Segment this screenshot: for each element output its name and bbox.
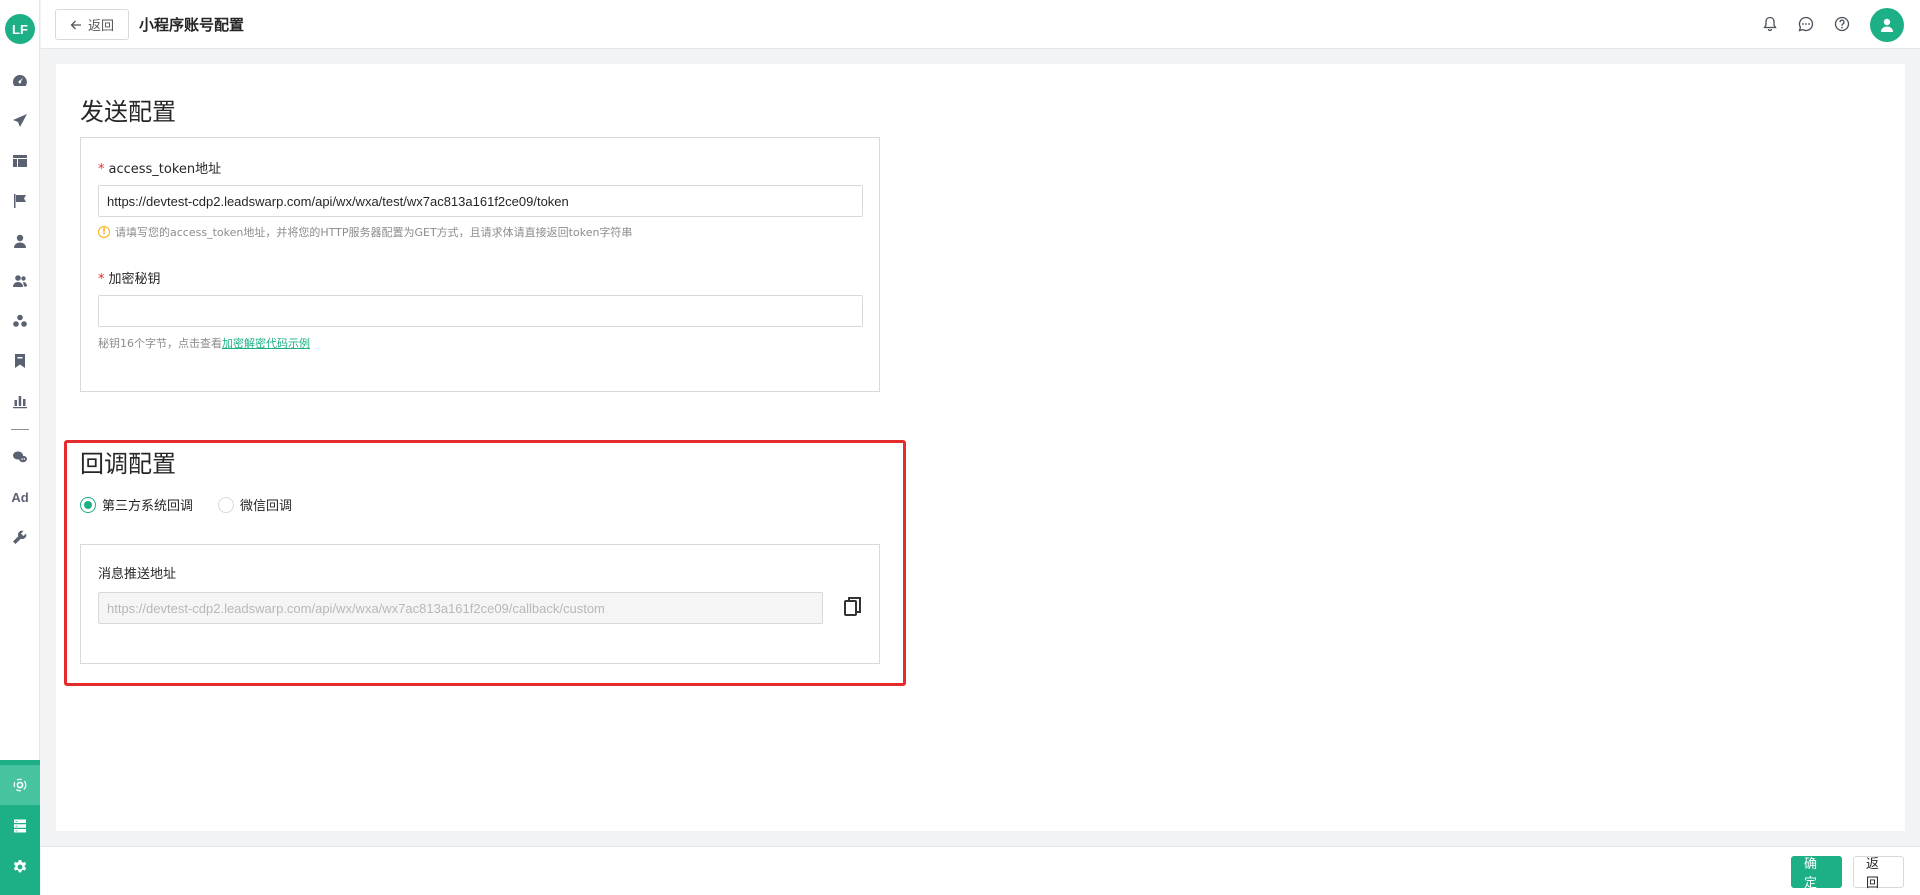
group-icon[interactable]	[0, 305, 40, 337]
ad-label: Ad	[11, 489, 29, 505]
flag-icon[interactable]	[0, 185, 40, 217]
user-icon[interactable]	[0, 225, 40, 257]
sidebar: LF Ad	[0, 0, 40, 895]
avatar-icon[interactable]	[1870, 8, 1904, 42]
top-header: 返回 小程序账号配置	[41, 0, 1920, 49]
secret-hint: 秘钥16个字节，点击查看	[98, 337, 222, 350]
chat-icon[interactable]	[1797, 15, 1815, 33]
server-icon[interactable]	[0, 806, 40, 846]
bell-icon[interactable]	[1761, 15, 1779, 33]
confirm-button[interactable]: 确定	[1791, 856, 1842, 891]
footer-bar: 确定 返回	[41, 846, 1920, 895]
ad-icon[interactable]: Ad	[0, 481, 40, 513]
access-token-hint: 请填写您的access_token地址，并将您的HTTP服务器配置为GET方式，…	[115, 226, 633, 239]
wechat-icon[interactable]	[0, 441, 40, 473]
send-icon[interactable]	[0, 105, 40, 137]
required-mark: *	[98, 162, 105, 177]
dashboard-icon[interactable]	[0, 65, 40, 97]
encryption-example-link[interactable]: 加密解密代码示例	[222, 335, 310, 351]
required-mark: *	[98, 272, 105, 287]
secret-label-row: * 加密秘钥	[98, 268, 161, 287]
warning-icon: !	[98, 226, 110, 238]
settings-icon[interactable]	[0, 847, 40, 887]
header-back-button[interactable]: 返回	[55, 9, 129, 40]
secret-label: 加密秘钥	[108, 272, 161, 287]
access-token-input[interactable]: https://devtest-cdp2.leadswarp.com/api/w…	[98, 185, 863, 217]
secret-hint-row: 秘钥16个字节，点击查看 加密解密代码示例	[98, 335, 310, 351]
help-icon[interactable]	[1833, 15, 1851, 33]
bar-chart-icon[interactable]	[0, 385, 40, 417]
header-back-label: 返回	[87, 19, 114, 34]
layout-icon[interactable]	[0, 145, 40, 177]
access-token-label: access_token地址	[108, 162, 222, 177]
logo[interactable]: LF	[5, 14, 35, 44]
wrench-icon[interactable]	[0, 521, 40, 553]
access-token-hint-row: ! 请填写您的access_token地址，并将您的HTTP服务器配置为GET方…	[98, 224, 632, 240]
app-hub-icon[interactable]	[0, 765, 40, 805]
sidebar-divider	[11, 429, 29, 430]
callback-highlight-frame	[64, 440, 906, 686]
access-token-label-row: * access_token地址	[98, 158, 221, 177]
secret-input[interactable]	[98, 295, 863, 327]
sidebar-bottom-panel	[0, 760, 40, 895]
bookmark-icon[interactable]	[0, 345, 40, 377]
footer-back-button[interactable]: 返回	[1853, 856, 1904, 891]
page-title: 小程序账号配置	[139, 16, 245, 34]
send-config-box: * access_token地址 https://devtest-cdp2.lea…	[80, 137, 880, 392]
send-config-title: 发送配置	[80, 98, 176, 126]
arrow-left-icon	[70, 20, 81, 29]
users-icon[interactable]	[0, 265, 40, 297]
